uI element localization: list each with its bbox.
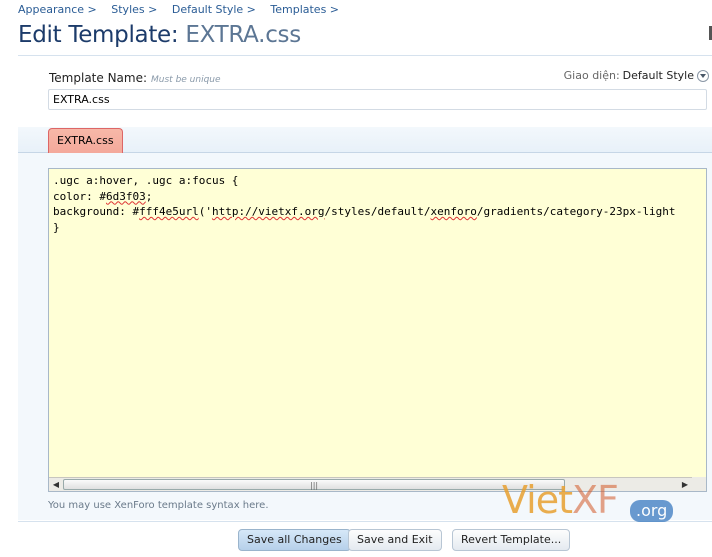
save-and-exit-button[interactable]: Save and Exit: [348, 529, 442, 551]
code-line-2: color: #6d3f03;: [53, 190, 152, 203]
code-token: color: #: [53, 189, 106, 203]
page-title-file: EXTRA.css: [185, 22, 301, 48]
revert-template-button[interactable]: Revert Template...: [452, 529, 571, 551]
style-selector-label: Giao diện:: [563, 69, 620, 82]
resize-grip[interactable]: [692, 477, 706, 491]
template-name-hint: Must be unique: [151, 75, 221, 85]
divider: [18, 521, 712, 522]
code-line-3: background: #fff4e5url('http://vietxf.or…: [53, 205, 676, 218]
template-name-input[interactable]: [48, 89, 707, 110]
code-token: background: #: [53, 205, 140, 218]
code-line-1: .ugc a:hover, .ugc a:focus {: [53, 174, 239, 187]
code-editor[interactable]: .ugc a:hover, .ugc a:focus { color: #6d3…: [48, 168, 707, 492]
code-token: /gradients/category-23px-light: [476, 205, 676, 218]
code-line-4: }: [53, 220, 60, 234]
divider: [18, 55, 712, 56]
style-selector-value: Default Style: [622, 69, 694, 82]
syntax-hint: You may use XenForo template syntax here…: [48, 500, 269, 511]
breadcrumb-styles[interactable]: Styles >: [111, 3, 157, 16]
code-content[interactable]: .ugc a:hover, .ugc a:focus { color: #6d3…: [53, 173, 706, 235]
page-title-prefix: Edit Template:: [18, 22, 179, 48]
breadcrumb-templates[interactable]: Templates >: [270, 3, 339, 16]
code-token-misspelled: xenforo: [430, 205, 477, 218]
breadcrumb: Appearance > Styles > Default Style > Te…: [18, 3, 342, 16]
style-selector[interactable]: Giao diện: Default Style: [564, 69, 709, 82]
breadcrumb-appearance[interactable]: Appearance >: [18, 3, 97, 16]
scrollbar-thumb[interactable]: |||: [63, 479, 565, 490]
grip-icon: |||: [310, 481, 319, 490]
code-token-misspelled: 6d3f03: [105, 189, 146, 203]
save-all-changes-button[interactable]: Save all Changes: [238, 529, 351, 551]
template-name-label-text: Template Name:: [49, 71, 148, 85]
page: Appearance > Styles > Default Style > Te…: [0, 0, 712, 557]
code-token: /styles/default/: [324, 205, 431, 218]
tab-extra-css[interactable]: EXTRA.css: [48, 128, 123, 154]
page-title: Edit Template: EXTRA.css: [18, 22, 301, 48]
code-token: ;: [145, 189, 153, 203]
code-token-misspelled: http://vietxf.org: [211, 205, 325, 218]
chevron-down-icon[interactable]: [697, 69, 709, 82]
horizontal-scrollbar[interactable]: ◀ ||| ▶: [49, 477, 706, 491]
code-token: (': [198, 205, 212, 218]
scroll-right-icon[interactable]: ▶: [678, 478, 692, 491]
code-token-misspelled: fff4e5url: [139, 205, 199, 218]
scroll-left-icon[interactable]: ◀: [49, 478, 63, 491]
breadcrumb-default-style[interactable]: Default Style >: [172, 3, 256, 16]
template-name-label: Template Name: Must be unique: [49, 71, 221, 85]
